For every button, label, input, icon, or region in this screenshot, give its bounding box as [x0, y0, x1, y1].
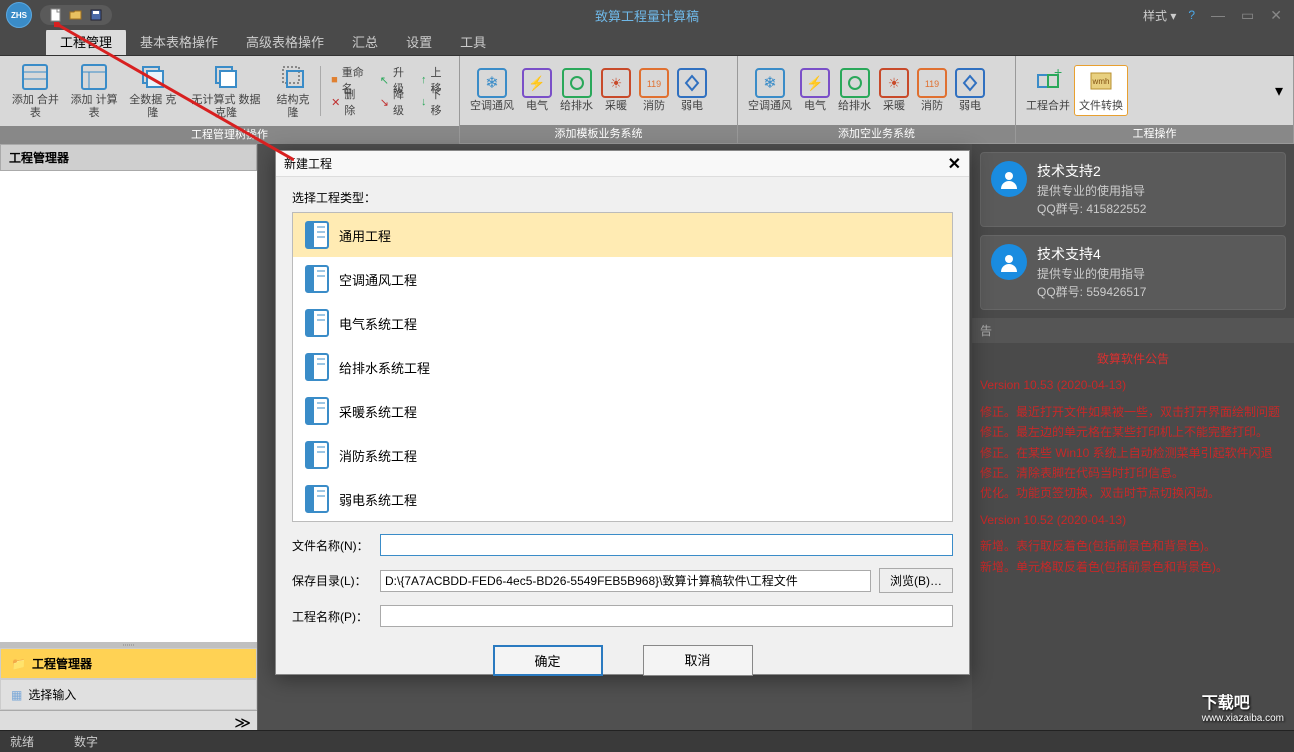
- svg-text:❄: ❄: [763, 75, 776, 92]
- template-hvac-button[interactable]: ❄空调通风: [466, 66, 518, 115]
- tab-summary[interactable]: 汇总: [338, 28, 392, 55]
- svg-text:⚡: ⚡: [806, 75, 823, 92]
- svg-text:⚡: ⚡: [528, 75, 545, 92]
- svg-text:+: +: [1054, 69, 1062, 80]
- empty-hvac-button[interactable]: ❄空调通风: [744, 66, 796, 115]
- empty-fire-button[interactable]: 119消防: [913, 66, 951, 115]
- svg-text:119: 119: [647, 79, 661, 89]
- filename-label: 文件名称(N)：: [292, 537, 372, 554]
- new-project-dialog: 新建工程 ✕ 选择工程类型： 通用工程 空调通风工程 电气系统工程 给排水系统工…: [275, 150, 970, 675]
- full-data-clone-button[interactable]: 全数据 克隆: [123, 60, 182, 122]
- move-down-button[interactable]: ↓下移: [415, 92, 453, 112]
- tab-advanced-table[interactable]: 高级表格操作: [232, 28, 338, 55]
- delete-button[interactable]: ✕删 除: [325, 92, 374, 112]
- help-icon[interactable]: ?: [1188, 8, 1195, 22]
- folder-icon: 📁: [11, 657, 26, 671]
- open-file-icon[interactable]: [68, 7, 84, 23]
- ribbon: 添加 合并表 添加 计算表 全数据 克隆 无计算式 数据克隆 结构克隆 ■重命名…: [0, 56, 1294, 144]
- support-card-4[interactable]: 技术支持4 提供专业的使用指导 QQ群号: 559426517: [980, 235, 1286, 310]
- panel-footer: ≫: [0, 710, 257, 730]
- titlebar: ZHS 致算工程量计算稿 样式 ▾ ? — ▭ ✕: [0, 0, 1294, 30]
- headset-icon: [991, 244, 1027, 280]
- type-item-hvac[interactable]: 空调通风工程: [293, 257, 952, 301]
- downgrade-button[interactable]: ↘降级: [374, 92, 415, 112]
- panel-expand-icon[interactable]: ≫: [228, 711, 257, 735]
- browse-button[interactable]: 浏览(B)…: [879, 568, 953, 593]
- type-item-water[interactable]: 给排水系统工程: [293, 345, 952, 389]
- projname-input[interactable]: [380, 605, 953, 627]
- empty-warm-button[interactable]: ☀采暖: [875, 66, 913, 115]
- type-item-weak[interactable]: 弱电系统工程: [293, 477, 952, 521]
- ribbon-tabs: 工程管理 基本表格操作 高级表格操作 汇总 设置 工具: [0, 30, 1294, 56]
- type-item-fire[interactable]: 消防系统工程: [293, 433, 952, 477]
- maximize-icon[interactable]: ▭: [1237, 7, 1258, 24]
- left-panel: 工程管理器 ⋯⋯ 📁 工程管理器 ▦ 选择输入 ≫: [0, 144, 258, 730]
- ribbon-dropdown-icon[interactable]: ▾: [1271, 77, 1287, 105]
- projname-label: 工程名称(P)：: [292, 608, 372, 625]
- support-card-2[interactable]: 技术支持2 提供专业的使用指导 QQ群号: 415822552: [980, 152, 1286, 227]
- headset-icon: [991, 161, 1027, 197]
- template-fire-button[interactable]: 119消防: [635, 66, 673, 115]
- svg-text:☀: ☀: [888, 75, 901, 91]
- filename-input[interactable]: [380, 534, 953, 556]
- empty-elec-button[interactable]: ⚡电气: [796, 66, 834, 115]
- watermark: 下载吧 www.xiazaiba.com: [1202, 689, 1284, 724]
- structure-clone-button[interactable]: 结构克隆: [270, 60, 316, 122]
- tab-basic-table[interactable]: 基本表格操作: [126, 28, 232, 55]
- empty-water-button[interactable]: 给排水: [834, 66, 875, 115]
- dialog-close-icon[interactable]: ✕: [948, 154, 961, 174]
- tab-settings[interactable]: 设置: [392, 28, 446, 55]
- status-ready: 就绪: [10, 733, 34, 750]
- tab-project-manage[interactable]: 工程管理: [46, 28, 126, 55]
- svg-text:☀: ☀: [610, 75, 623, 91]
- project-type-list: 通用工程 空调通风工程 电气系统工程 给排水系统工程 采暖系统工程 消防系统工程: [292, 212, 953, 522]
- status-num: 数字: [74, 733, 98, 750]
- ribbon-group-template: 添加模板业务系统: [460, 125, 737, 143]
- sidebar-item-project-manager[interactable]: 📁 工程管理器: [0, 648, 257, 679]
- cancel-button[interactable]: 取消: [643, 645, 753, 676]
- new-file-icon[interactable]: [48, 7, 64, 23]
- app-logo[interactable]: ZHS: [6, 2, 32, 28]
- ok-button[interactable]: 确定: [493, 645, 603, 676]
- svg-text:119: 119: [925, 79, 939, 89]
- app-title: 致算工程量计算稿: [595, 6, 699, 25]
- template-weak-button[interactable]: 弱电: [673, 66, 711, 115]
- project-merge-button[interactable]: +工程合并: [1022, 66, 1074, 115]
- project-manager-header: 工程管理器: [0, 144, 257, 171]
- close-icon[interactable]: ✕: [1266, 7, 1286, 24]
- ribbon-group-empty: 添加空业务系统: [738, 125, 1015, 143]
- statusbar: 就绪 数字: [0, 730, 1294, 752]
- grid-icon: ▦: [11, 688, 22, 702]
- sidebar-item-select-input[interactable]: ▦ 选择输入: [0, 679, 257, 710]
- quick-access-toolbar: [40, 5, 112, 25]
- add-merge-sheet-button[interactable]: 添加 合并表: [6, 60, 65, 122]
- style-menu[interactable]: 样式 ▾: [1143, 7, 1176, 24]
- type-item-warm[interactable]: 采暖系统工程: [293, 389, 952, 433]
- svg-text:❄: ❄: [485, 75, 498, 92]
- file-convert-button[interactable]: wmh文件转换: [1074, 65, 1128, 116]
- savedir-input[interactable]: [380, 570, 871, 592]
- empty-weak-button[interactable]: 弱电: [951, 66, 989, 115]
- template-warm-button[interactable]: ☀采暖: [597, 66, 635, 115]
- type-label: 选择工程类型：: [292, 189, 953, 206]
- ribbon-group-tree-ops: 工程管理树操作: [0, 126, 459, 144]
- right-panel: 技术支持2 提供专业的使用指导 QQ群号: 415822552 技术支持4 提供…: [972, 144, 1294, 730]
- template-water-button[interactable]: 给排水: [556, 66, 597, 115]
- no-formula-clone-button[interactable]: 无计算式 数据克隆: [182, 60, 270, 122]
- save-file-icon[interactable]: [88, 7, 104, 23]
- announce-header: 告: [972, 318, 1294, 343]
- type-item-general[interactable]: 通用工程: [293, 213, 952, 257]
- project-tree[interactable]: [0, 171, 257, 642]
- svg-text:wmh: wmh: [1092, 77, 1110, 86]
- announce-body: 致算软件公告 Version 10.53 (2020-04-13) 修正。最近打…: [972, 343, 1294, 583]
- add-calc-sheet-button[interactable]: 添加 计算表: [65, 60, 124, 122]
- savedir-label: 保存目录(L)：: [292, 572, 372, 589]
- type-item-elec[interactable]: 电气系统工程: [293, 301, 952, 345]
- ribbon-group-project-ops: 工程操作: [1016, 125, 1293, 143]
- tab-tools[interactable]: 工具: [446, 28, 500, 55]
- minimize-icon[interactable]: —: [1207, 7, 1229, 24]
- dialog-title: 新建工程: [284, 155, 332, 172]
- template-elec-button[interactable]: ⚡电气: [518, 66, 556, 115]
